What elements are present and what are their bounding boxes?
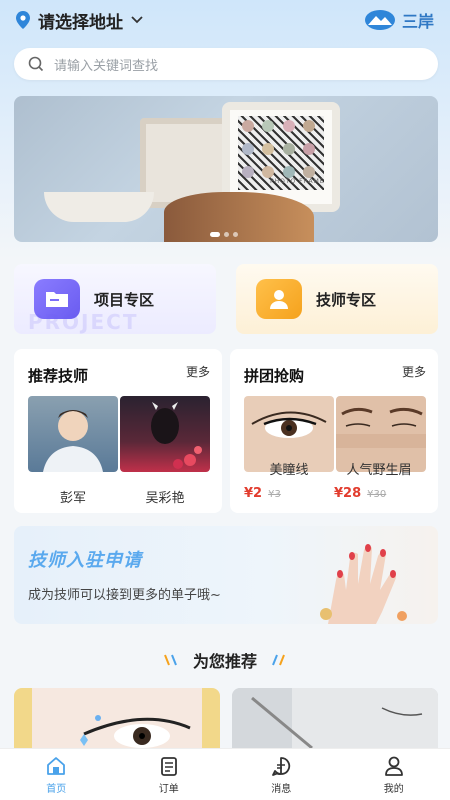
- tab-home[interactable]: 首页: [26, 755, 86, 795]
- technician-icon: [256, 279, 302, 319]
- search-icon: [28, 56, 44, 72]
- technician-zone-label: 技师专区: [316, 290, 377, 309]
- recommended-techs-more-link[interactable]: 更多: [186, 363, 210, 380]
- tab-orders[interactable]: 订单: [139, 755, 199, 795]
- deco-right-icon: [272, 654, 285, 666]
- search-bar[interactable]: 请输入关键词查找: [14, 48, 438, 80]
- recommend-section-header: 为您推荐: [0, 648, 450, 672]
- deco-left-icon: [164, 654, 177, 666]
- tab-messages[interactable]: 消息: [251, 755, 311, 795]
- recommended-techs-title: 推荐技师: [28, 367, 89, 385]
- mountain-logo-icon: [364, 10, 395, 30]
- join-banner-title: 技师入驻申请: [28, 550, 142, 571]
- banner-bowl: [44, 192, 154, 222]
- technician-join-banner[interactable]: 技师入驻申请 成为技师可以接到更多的单子哦~: [14, 526, 438, 624]
- chevron-down-icon: [131, 16, 143, 24]
- group-buy-price-2: ¥28 ¥30: [334, 486, 386, 501]
- order-icon: [160, 756, 177, 776]
- header: 请选择地址 三岸: [0, 0, 450, 40]
- tab-profile[interactable]: 我的: [364, 755, 424, 795]
- project-zone-watermark: PROJECT: [28, 310, 139, 334]
- home-icon: [47, 756, 66, 775]
- group-buy-price-now-1: ¥2: [244, 486, 263, 501]
- group-buy-price-old-1: ¥3: [268, 489, 281, 500]
- group-buy-price-1: ¥2 ¥3: [244, 486, 281, 501]
- promo-banner[interactable]: PHOTO FRAME: [14, 96, 438, 242]
- location-pin-icon: [16, 11, 30, 29]
- tab-home-label: 首页: [46, 783, 67, 795]
- search-placeholder: 请输入关键词查找: [54, 58, 159, 74]
- project-zone-button[interactable]: 项目专区 PROJECT: [14, 264, 216, 334]
- brand-logo: 三岸: [364, 8, 434, 32]
- group-buy-more-link[interactable]: 更多: [402, 363, 426, 380]
- profile-icon: [384, 756, 403, 776]
- recommend-section-title: 为您推荐: [192, 652, 257, 671]
- recommended-techs-card: 推荐技师 更多 彭军 吴彩艳: [14, 349, 222, 513]
- group-buy-title: 拼团抢购: [244, 367, 305, 385]
- project-zone-label: 项目专区: [94, 290, 155, 309]
- technician-zone-button[interactable]: 技师专区: [236, 264, 438, 334]
- banner-cloth: [164, 192, 314, 242]
- hand-manicure-image: [320, 544, 407, 624]
- group-buy-name-1: 美瞳线: [269, 463, 309, 478]
- message-icon: [272, 756, 291, 776]
- tab-orders-label: 订单: [158, 783, 179, 795]
- banner-indicator: [210, 232, 238, 237]
- group-buy-card: 拼团抢购 更多 美瞳线 人气野生眉 ¥2 ¥3 ¥28 ¥30: [230, 349, 438, 513]
- tech-name-1: 彭军: [59, 491, 86, 506]
- group-buy-price-now-2: ¥28: [334, 486, 362, 501]
- location-selector[interactable]: 请选择地址: [16, 8, 143, 33]
- tech-photo-1[interactable]: [28, 396, 118, 472]
- group-buy-name-2: 人气野生眉: [346, 463, 412, 478]
- group-buy-price-old-2: ¥30: [367, 489, 387, 500]
- bottom-tab-bar: 首页 订单 消息 我的: [0, 748, 450, 800]
- tab-messages-label: 消息: [271, 783, 292, 795]
- join-banner-subtitle: 成为技师可以接到更多的单子哦~: [28, 588, 221, 603]
- banner-frame-text: PHOTO FRAME: [270, 178, 325, 185]
- brand-name: 三岸: [401, 12, 434, 31]
- tech-name-2: 吴彩艳: [145, 491, 185, 506]
- location-label: 请选择地址: [38, 12, 123, 33]
- tech-photo-2[interactable]: [120, 396, 210, 472]
- tab-profile-label: 我的: [383, 783, 404, 795]
